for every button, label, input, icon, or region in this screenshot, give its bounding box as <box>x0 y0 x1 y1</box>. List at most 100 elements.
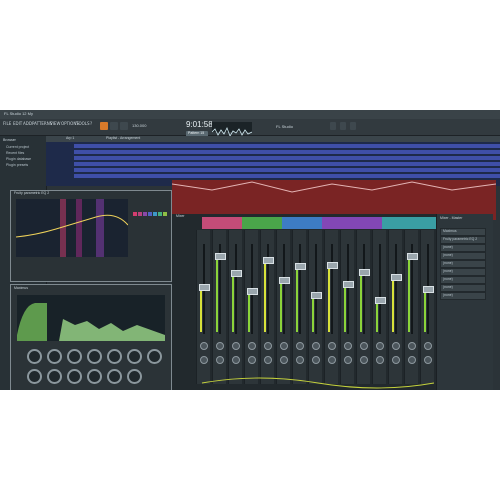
volume-knob[interactable] <box>200 356 208 364</box>
volume-knob[interactable] <box>344 356 352 364</box>
comp-knob[interactable] <box>87 369 102 384</box>
fx-slot[interactable]: (none) <box>440 260 486 268</box>
comp-knob[interactable] <box>47 369 62 384</box>
play-button[interactable] <box>100 122 108 130</box>
browser-item-recent-files[interactable]: Recent files <box>6 151 24 156</box>
volume-knob[interactable] <box>296 356 304 364</box>
pan-knob[interactable] <box>216 342 224 350</box>
fx-slot[interactable]: (none) <box>440 284 486 292</box>
mixer-channel-strip[interactable] <box>212 230 226 384</box>
mixer-channel-strip[interactable] <box>372 230 386 384</box>
comp-knob[interactable] <box>107 369 122 384</box>
fader-handle[interactable] <box>215 253 226 260</box>
volume-knob[interactable] <box>232 356 240 364</box>
playlist-clip[interactable] <box>74 162 500 166</box>
pan-knob[interactable] <box>360 342 368 350</box>
playlist-panel[interactable]: Arp 1 Playlist - Arrangement <box>46 136 500 186</box>
comp-knob[interactable] <box>147 349 162 364</box>
eq-graph[interactable] <box>15 199 129 257</box>
menu-tools[interactable]: TOOLS <box>76 121 90 126</box>
mixer-channel-strip[interactable] <box>260 230 274 384</box>
browser-item-plugin-presets[interactable]: Plugin presets <box>6 163 28 168</box>
menu-file[interactable]: FILE <box>3 121 11 126</box>
mixer-channel-strip[interactable] <box>388 230 402 384</box>
pan-knob[interactable] <box>424 342 432 350</box>
fader-handle[interactable] <box>359 269 370 276</box>
eq-band-buttons[interactable] <box>133 201 167 216</box>
volume-knob[interactable] <box>216 356 224 364</box>
volume-knob[interactable] <box>376 356 384 364</box>
stop-button[interactable] <box>110 122 118 130</box>
fader-handle[interactable] <box>407 253 418 260</box>
playlist-clip[interactable] <box>74 168 500 172</box>
fader-handle[interactable] <box>391 274 402 281</box>
fader-handle[interactable] <box>263 257 274 264</box>
pan-knob[interactable] <box>296 342 304 350</box>
pan-knob[interactable] <box>248 342 256 350</box>
fader-handle[interactable] <box>279 277 290 284</box>
fx-slot[interactable]: (none) <box>440 252 486 260</box>
fader-handle[interactable] <box>343 281 354 288</box>
menu-add[interactable]: ADD <box>23 121 32 126</box>
volume-knob[interactable] <box>408 356 416 364</box>
mixer-channel-strip[interactable] <box>324 230 338 384</box>
fx-slot[interactable]: (none) <box>440 268 486 276</box>
eq-plugin-window[interactable]: Fruity parametric EQ 2 <box>10 190 172 282</box>
fx-slot[interactable]: Fruity parametric EQ 2 <box>440 236 486 244</box>
mixer-channel-strip[interactable] <box>276 230 290 384</box>
volume-knob[interactable] <box>280 356 288 364</box>
pan-knob[interactable] <box>376 342 384 350</box>
tempo-display[interactable]: 130.000 <box>132 124 146 128</box>
fader-handle[interactable] <box>423 286 434 293</box>
comp-knob[interactable] <box>27 369 42 384</box>
fader-handle[interactable] <box>311 292 322 299</box>
playlist-clip[interactable] <box>74 156 500 160</box>
volume-knob[interactable] <box>360 356 368 364</box>
volume-knob[interactable] <box>392 356 400 364</box>
menu-view[interactable]: VIEW <box>50 121 60 126</box>
pan-knob[interactable] <box>408 342 416 350</box>
comp-knob[interactable] <box>27 349 42 364</box>
volume-knob[interactable] <box>264 356 272 364</box>
mixer-channel-strip[interactable] <box>356 230 370 384</box>
fx-slot[interactable]: (none) <box>440 276 486 284</box>
fx-slot[interactable]: Maximus <box>440 228 486 236</box>
fader-handle[interactable] <box>199 284 210 291</box>
comp-knob[interactable] <box>67 369 82 384</box>
fader-handle[interactable] <box>295 263 306 270</box>
record-button[interactable] <box>120 122 128 130</box>
browser-item-plugin-database[interactable]: Plugin database <box>6 157 31 162</box>
mixer-channel-strip[interactable] <box>420 230 434 384</box>
volume-knob[interactable] <box>328 356 336 364</box>
pan-knob[interactable] <box>328 342 336 350</box>
fx-slot[interactable]: (none) <box>440 244 486 252</box>
snap-button[interactable] <box>330 122 336 130</box>
volume-knob[interactable] <box>248 356 256 364</box>
mixer-channel-strip[interactable] <box>404 230 418 384</box>
mixer-toggle-button[interactable] <box>340 122 346 130</box>
mixer-channel-strip[interactable] <box>244 230 258 384</box>
mixer-channel-strip[interactable] <box>340 230 354 384</box>
playlist-clip[interactable] <box>74 150 500 154</box>
fader-handle[interactable] <box>231 270 242 277</box>
mixer-channel-strip[interactable] <box>308 230 322 384</box>
comp-knob[interactable] <box>67 349 82 364</box>
menu-help[interactable]: ? <box>90 121 92 126</box>
pan-knob[interactable] <box>200 342 208 350</box>
fx-slot[interactable]: (none) <box>440 292 486 300</box>
pan-knob[interactable] <box>264 342 272 350</box>
fader-handle[interactable] <box>375 297 386 304</box>
comp-knob[interactable] <box>47 349 62 364</box>
playlist-clip[interactable] <box>74 144 500 148</box>
volume-knob[interactable] <box>424 356 432 364</box>
menu-edit[interactable]: EDIT <box>13 121 22 126</box>
maximus-plugin-window[interactable]: Maximus <box>10 284 172 390</box>
mixer-channel-strip[interactable] <box>196 230 210 384</box>
pan-knob[interactable] <box>344 342 352 350</box>
pan-knob[interactable] <box>280 342 288 350</box>
comp-knob[interactable] <box>127 369 142 384</box>
comp-knob[interactable] <box>127 349 142 364</box>
browser-toggle-button[interactable] <box>350 122 356 130</box>
mixer-channel-strip[interactable] <box>292 230 306 384</box>
comp-knob[interactable] <box>107 349 122 364</box>
